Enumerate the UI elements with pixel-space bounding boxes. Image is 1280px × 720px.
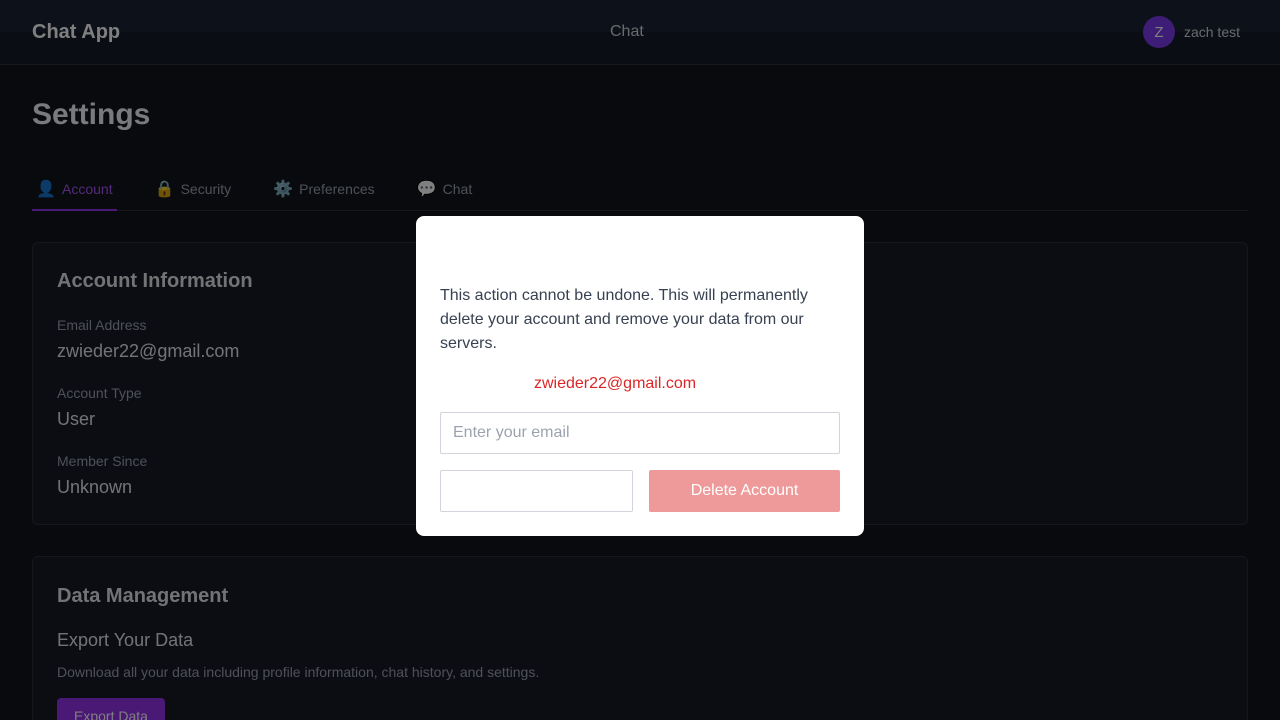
- confirm-email-input[interactable]: [440, 412, 840, 454]
- delete-account-button[interactable]: Delete Account: [649, 470, 840, 512]
- delete-account-dialog: This action cannot be undone. This will …: [416, 216, 864, 536]
- cancel-button[interactable]: [440, 470, 633, 512]
- dialog-warning-text: This action cannot be undone. This will …: [440, 287, 808, 352]
- confirm-email-text: zwieder22@gmail.com: [534, 375, 697, 392]
